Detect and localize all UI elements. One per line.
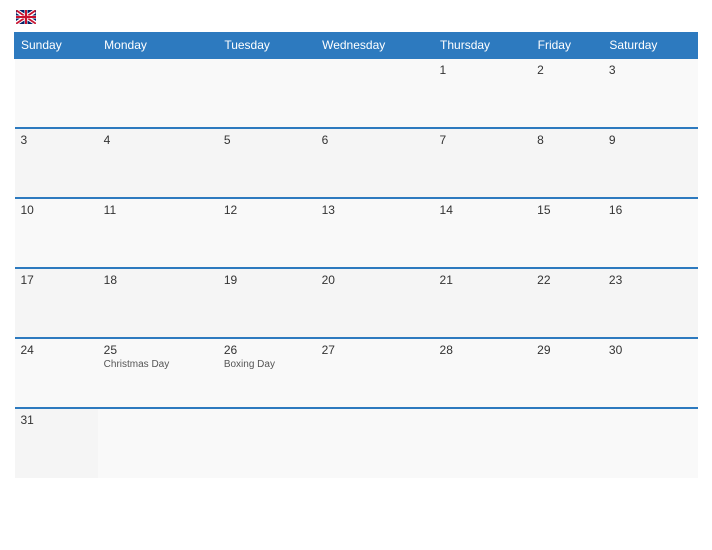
calendar-cell [98,58,218,128]
calendar-cell [98,408,218,478]
calendar-week-row: 17 18 19 20 21 22 23 [15,268,698,338]
day-number: 21 [440,273,526,287]
calendar-cell: 21 [434,268,532,338]
day-number: 4 [104,133,212,147]
calendar-cell: 27 [316,338,434,408]
column-header-saturday: Saturday [603,33,698,59]
calendar-cell: 30 [603,338,698,408]
logo [14,10,36,24]
day-number: 20 [322,273,428,287]
day-number: 10 [21,203,92,217]
calendar-cell: 14 [434,198,532,268]
calendar-cell: 28 [434,338,532,408]
day-number: 28 [440,343,526,357]
calendar-header [14,10,698,24]
column-header-sunday: Sunday [15,33,98,59]
calendar-cell: 17 [15,268,98,338]
calendar-cell: 11 [98,198,218,268]
day-number: 3 [609,63,692,77]
day-number: 7 [440,133,526,147]
calendar-wrapper: SundayMondayTuesdayWednesdayThursdayFrid… [0,0,712,550]
column-header-monday: Monday [98,33,218,59]
calendar-week-row: 24 25 Christmas Day 26 Boxing Day 27 28 29 30 [15,338,698,408]
calendar-cell: 25 Christmas Day [98,338,218,408]
day-number: 9 [609,133,692,147]
calendar-cell [531,408,603,478]
calendar-cell: 3 [15,128,98,198]
holiday-label: Boxing Day [224,359,310,370]
day-number: 22 [537,273,597,287]
calendar-week-row: 10 11 12 13 14 15 16 [15,198,698,268]
logo-flag-icon [16,10,36,24]
calendar-cell: 3 [603,58,698,128]
day-number: 31 [21,413,92,427]
calendar-cell: 15 [531,198,603,268]
calendar-cell: 16 [603,198,698,268]
day-number: 3 [21,133,92,147]
calendar-header-row: SundayMondayTuesdayWednesdayThursdayFrid… [15,33,698,59]
calendar-cell: 24 [15,338,98,408]
day-number: 11 [104,203,212,217]
day-number: 23 [609,273,692,287]
calendar-cell: 26 Boxing Day [218,338,316,408]
day-number: 8 [537,133,597,147]
day-number: 27 [322,343,428,357]
day-number: 24 [21,343,92,357]
calendar-cell: 8 [531,128,603,198]
calendar-cell: 12 [218,198,316,268]
calendar-cell [603,408,698,478]
calendar-cell: 2 [531,58,603,128]
day-number: 13 [322,203,428,217]
column-header-thursday: Thursday [434,33,532,59]
day-number: 14 [440,203,526,217]
calendar-week-row: 3456789 [15,128,698,198]
day-number: 12 [224,203,310,217]
day-number: 25 [104,343,212,357]
calendar-week-row: 31 [15,408,698,478]
calendar-cell [316,408,434,478]
day-number: 5 [224,133,310,147]
day-number: 29 [537,343,597,357]
calendar-cell: 22 [531,268,603,338]
column-header-friday: Friday [531,33,603,59]
calendar-table: SundayMondayTuesdayWednesdayThursdayFrid… [14,32,698,478]
day-number: 18 [104,273,212,287]
calendar-cell: 29 [531,338,603,408]
calendar-week-row: 123 [15,58,698,128]
calendar-cell: 31 [15,408,98,478]
calendar-cell: 10 [15,198,98,268]
day-number: 15 [537,203,597,217]
calendar-cell [218,408,316,478]
calendar-cell: 19 [218,268,316,338]
day-number: 17 [21,273,92,287]
day-number: 6 [322,133,428,147]
calendar-cell: 20 [316,268,434,338]
calendar-cell: 9 [603,128,698,198]
column-header-wednesday: Wednesday [316,33,434,59]
calendar-cell: 18 [98,268,218,338]
calendar-cell: 6 [316,128,434,198]
calendar-cell: 23 [603,268,698,338]
calendar-cell: 4 [98,128,218,198]
day-number: 26 [224,343,310,357]
day-number: 16 [609,203,692,217]
calendar-cell [434,408,532,478]
day-number: 30 [609,343,692,357]
day-number: 1 [440,63,526,77]
day-number: 19 [224,273,310,287]
column-header-tuesday: Tuesday [218,33,316,59]
calendar-cell: 7 [434,128,532,198]
holiday-label: Christmas Day [104,359,212,370]
calendar-cell [316,58,434,128]
day-number: 2 [537,63,597,77]
calendar-cell: 13 [316,198,434,268]
calendar-cell [218,58,316,128]
calendar-cell: 5 [218,128,316,198]
calendar-cell [15,58,98,128]
calendar-cell: 1 [434,58,532,128]
